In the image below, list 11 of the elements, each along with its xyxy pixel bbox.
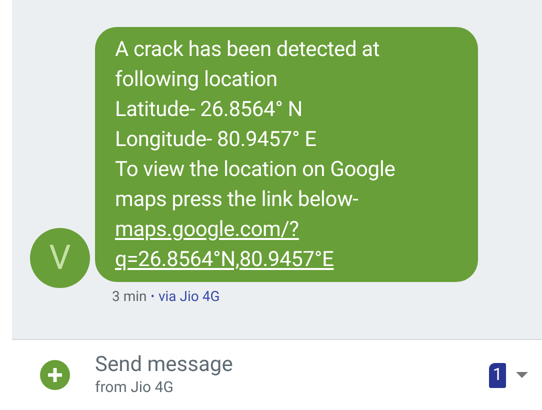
- map-link[interactable]: maps.google.com/? q=26.8564°N,80.9457°E: [115, 215, 334, 275]
- network-label: via Jio 4G: [158, 288, 220, 307]
- add-icon[interactable]: [40, 360, 70, 390]
- sender-avatar: V: [30, 228, 90, 288]
- message-text: A crack has been detected at following location Latitude- 26.8564° N Longitude- 80.9457° E To view the location on Google maps press the link below- maps.google.com/? q=26.8564°N,80.9457°E: [115, 35, 458, 275]
- message-time: 3 min: [112, 288, 147, 307]
- message-field[interactable]: Send message from Jio 4G: [95, 353, 489, 397]
- caret-icon: [516, 372, 528, 378]
- sim-selector[interactable]: 1: [489, 362, 528, 388]
- separator-dot: •: [150, 289, 154, 306]
- sim-icon: 1: [489, 362, 506, 388]
